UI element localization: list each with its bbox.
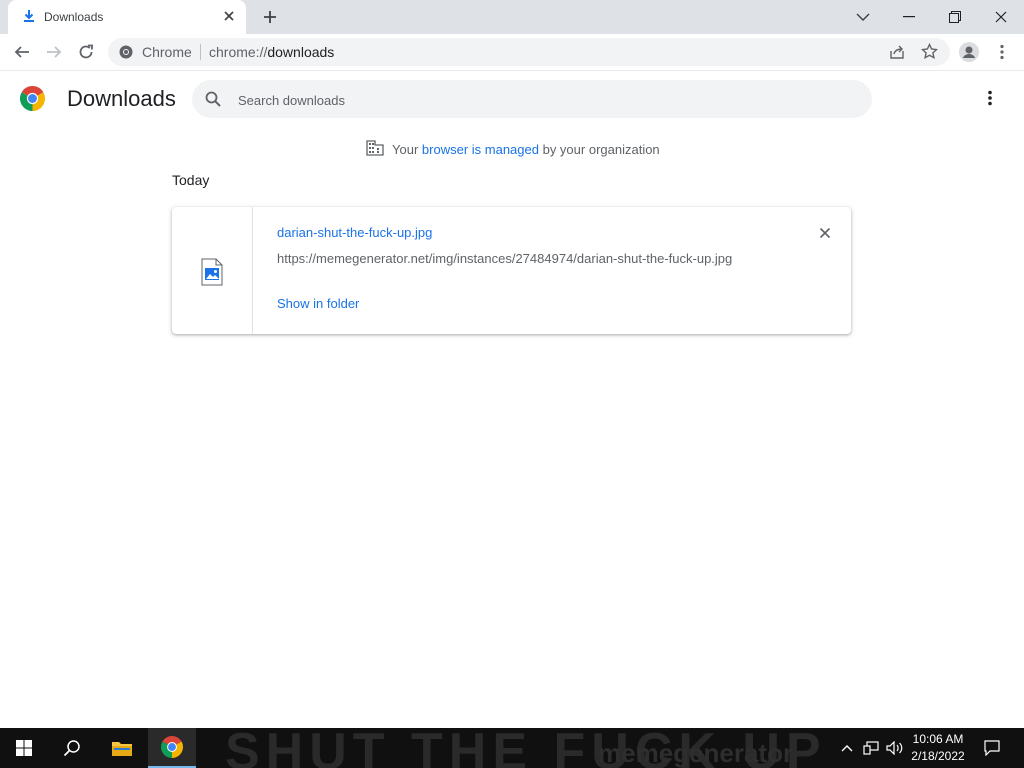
start-windows-icon[interactable] — [0, 728, 48, 768]
close-window-button[interactable] — [978, 0, 1024, 34]
managed-text-after: by your organization — [542, 142, 660, 157]
tab-search-icon[interactable] — [840, 0, 886, 34]
page-title: Downloads — [67, 86, 176, 111]
omnibox-chip: Chrome — [142, 44, 192, 60]
share-icon[interactable] — [889, 44, 905, 65]
url-scheme: chrome:// — [209, 44, 268, 60]
download-item-card: darian-shut-the-fuck-up.jpg https://meme… — [172, 207, 851, 334]
omnibox-separator — [200, 44, 201, 60]
taskbar-chrome-icon[interactable] — [148, 728, 196, 768]
card-divider — [252, 207, 253, 334]
restore-button[interactable] — [932, 0, 978, 34]
file-source-url[interactable]: https://memegenerator.net/img/instances/… — [277, 251, 732, 266]
tab-strip: Downloads — [0, 0, 1024, 34]
managed-link[interactable]: browser is managed — [422, 142, 539, 157]
taskbar-search-icon[interactable] — [48, 728, 96, 768]
wallpaper-subtext: memegenerator — [598, 738, 794, 768]
url-path: downloads — [267, 44, 335, 60]
search-box[interactable] — [192, 80, 872, 120]
managed-text: Your browser is managed by your organiza… — [392, 142, 660, 157]
taskbar-clock[interactable]: 10:06 AM 2/18/2022 — [900, 731, 976, 765]
omnibox-url: chrome://downloads — [209, 44, 334, 60]
image-file-icon — [201, 258, 223, 291]
chrome-icon — [119, 45, 133, 64]
download-icon — [22, 9, 36, 28]
search-input[interactable] — [236, 80, 840, 120]
address-bar[interactable]: Chrome chrome://downloads — [108, 38, 950, 66]
chrome-logo-icon — [20, 86, 45, 116]
forward-button[interactable] — [42, 40, 66, 64]
managed-text-before: Your — [392, 142, 419, 157]
profile-avatar-icon[interactable] — [957, 40, 981, 64]
bookmark-star-icon[interactable] — [920, 42, 939, 65]
windows-taskbar: SHUT THE FUCK UP memegenerator 10:06 AM … — [0, 728, 1024, 768]
browser-menu-icon[interactable] — [990, 40, 1014, 64]
section-heading-today: Today — [172, 172, 210, 188]
action-center-notification-icon[interactable] — [978, 728, 1006, 768]
tab-close-icon[interactable] — [222, 9, 236, 28]
new-tab-button[interactable] — [258, 6, 282, 28]
network-icon[interactable] — [860, 728, 882, 768]
reload-button[interactable] — [74, 40, 98, 64]
search-icon — [205, 91, 221, 112]
managed-notice: Your browser is managed by your organiza… — [366, 140, 660, 159]
minimize-button[interactable] — [886, 0, 932, 34]
browser-toolbar: Chrome chrome://downloads — [0, 34, 1024, 71]
back-button[interactable] — [10, 40, 34, 64]
downloads-menu-icon[interactable] — [980, 90, 1000, 108]
clock-date: 2/18/2022 — [911, 749, 965, 763]
tab-downloads[interactable]: Downloads — [8, 0, 246, 34]
building-icon — [366, 140, 384, 159]
tab-title: Downloads — [44, 10, 104, 24]
show-hidden-icons-chevron-up-icon[interactable] — [838, 728, 856, 768]
show-in-folder-link[interactable]: Show in folder — [277, 296, 359, 311]
clock-time: 10:06 AM — [912, 732, 964, 746]
file-name-link[interactable]: darian-shut-the-fuck-up.jpg — [277, 225, 432, 240]
file-explorer-icon[interactable] — [98, 728, 146, 768]
remove-download-close-icon[interactable] — [817, 225, 833, 241]
